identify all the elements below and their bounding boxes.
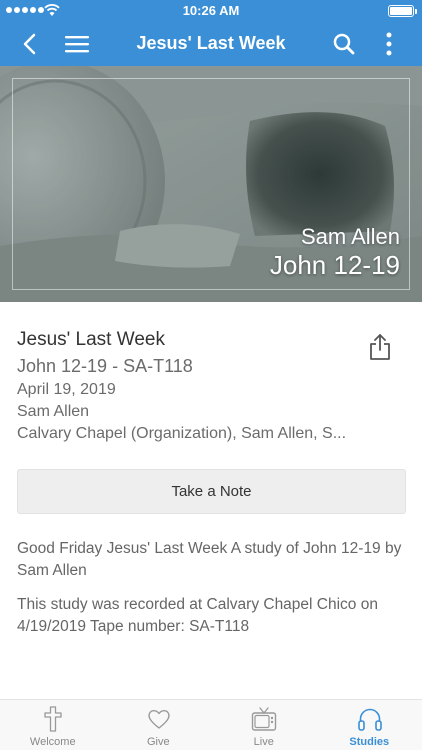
description-paragraph: Good Friday Jesus' Last Week A study of … <box>17 538 409 582</box>
take-note-button[interactable]: Take a Note <box>17 469 406 514</box>
hero-speaker: Sam Allen <box>301 224 400 250</box>
study-speaker: Sam Allen <box>17 401 357 423</box>
tv-icon <box>251 706 277 732</box>
tab-label: Studies <box>317 736 422 748</box>
study-description: Good Friday Jesus' Last Week A study of … <box>17 538 409 638</box>
search-icon[interactable] <box>332 32 356 56</box>
headphones-icon <box>357 706 383 732</box>
description-paragraph: This study was recorded at Calvary Chape… <box>17 594 409 638</box>
tab-welcome[interactable]: Welcome <box>0 700 106 751</box>
tab-label: Give <box>106 736 212 748</box>
navigation-bar: Jesus' Last Week <box>0 22 422 66</box>
study-title: Jesus' Last Week <box>17 328 357 352</box>
cross-icon <box>40 706 66 732</box>
status-time: 10:26 AM <box>0 3 422 18</box>
tab-bar: Welcome Give Live Studies <box>0 699 422 750</box>
hero-banner: Sam Allen John 12-19 <box>0 66 422 302</box>
heart-icon <box>146 706 172 732</box>
tab-label: Live <box>211 736 317 748</box>
study-date: April 19, 2019 <box>17 379 357 401</box>
study-subtitle: John 12-19 - SA-T118 <box>17 354 357 379</box>
tab-label: Welcome <box>0 736 106 748</box>
tab-give[interactable]: Give <box>106 700 212 751</box>
page-title: Jesus' Last Week <box>0 33 422 54</box>
battery-icon <box>388 5 414 17</box>
status-bar: 10:26 AM <box>0 0 422 22</box>
study-organization: Calvary Chapel (Organization), Sam Allen… <box>17 423 357 445</box>
more-options-icon[interactable] <box>384 31 394 57</box>
share-icon[interactable] <box>368 333 392 361</box>
tab-studies[interactable]: Studies <box>317 700 422 751</box>
tab-live[interactable]: Live <box>211 700 317 751</box>
study-details: Jesus' Last Week John 12-19 - SA-T118 Ap… <box>17 328 357 445</box>
hero-reference: John 12-19 <box>270 250 400 281</box>
